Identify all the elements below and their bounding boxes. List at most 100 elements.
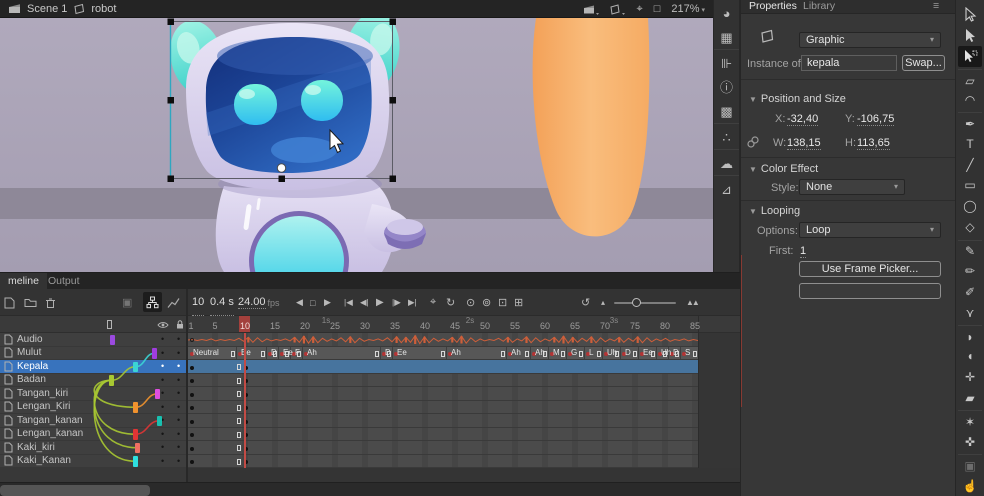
end-frame-rect[interactable] [237, 391, 241, 397]
onion-skin-outline-icon[interactable]: ⊚ [482, 289, 491, 316]
playhead-line[interactable] [244, 333, 246, 468]
camera-tool[interactable]: ▣ [958, 454, 982, 475]
selection-tool[interactable] [958, 4, 982, 25]
layer-row-Kaki_kiri[interactable]: Kaki_kiri•• [0, 441, 186, 455]
info-panel-icon[interactable]: ⓘ [714, 76, 739, 100]
layer-visibility-dot[interactable]: • [161, 334, 164, 344]
end-frame-rect[interactable] [237, 418, 241, 424]
edit-symbols-icon[interactable] [610, 4, 625, 15]
parenting-chip-Kaki_kiri[interactable] [135, 443, 140, 454]
layer-visibility-dot[interactable]: • [161, 456, 164, 466]
polystar-tool[interactable]: ◇ [958, 217, 982, 238]
frames-row-Kepala[interactable] [188, 360, 698, 374]
layer-row-Audio[interactable]: Audio•• [0, 333, 186, 347]
delete-layer-button[interactable] [45, 289, 56, 316]
use-frame-picker-button[interactable]: Use Frame Picker... [799, 261, 941, 277]
play-button[interactable]: ▶ [376, 289, 384, 316]
edit-scene-icon[interactable] [584, 4, 599, 15]
link-dimensions-icon[interactable] [746, 135, 760, 149]
gradient-transform-tool[interactable]: ▱ [958, 69, 982, 90]
layer-visibility-dot[interactable]: • [161, 361, 164, 371]
center-frame-icon[interactable]: ⌖ [636, 0, 642, 18]
swatches-panel-icon[interactable]: ▦ [714, 26, 739, 50]
color-panel-icon[interactable]: ◕ [714, 2, 739, 26]
eye-icon[interactable] [157, 321, 169, 329]
transform-panel-icon[interactable]: ▩ [714, 100, 739, 124]
tab-properties[interactable]: Properties [749, 0, 797, 12]
motion-editor-panel-icon[interactable]: ⊿ [714, 178, 739, 202]
end-frame-rect[interactable] [237, 364, 241, 370]
center-playhead-icon[interactable]: ⌖ [430, 289, 436, 316]
frames-row-Kaki_Kanan[interactable] [188, 455, 698, 469]
layer-lock-dot[interactable]: • [177, 442, 180, 452]
parenting-chip-Lengan_Kiri[interactable] [133, 402, 138, 413]
edit-multiple-frames-icon[interactable]: ⊡ [498, 289, 507, 316]
frame-rate-value[interactable]: 24.00 [238, 296, 266, 309]
timeline-scrollbar-thumb[interactable] [0, 485, 150, 496]
layer-lock-dot[interactable]: • [177, 375, 180, 385]
parenting-chip-Kaki_Kanan[interactable] [133, 456, 138, 467]
parenting-chip-Tangan_kiri[interactable] [155, 389, 160, 400]
timeline-ruler[interactable]: 1s2s3s1510152025303540455055606570758085 [188, 316, 740, 333]
modify-markers-icon[interactable]: ⊞ [514, 289, 523, 316]
layer-visibility-dot[interactable]: • [161, 348, 164, 358]
frames-row-Lengan_Kiri[interactable] [188, 401, 698, 415]
layer-lock-dot[interactable]: • [177, 429, 180, 439]
first-frame-button[interactable]: |◀ [344, 289, 353, 316]
layer-row-Mulut[interactable]: Mulut•• [0, 347, 186, 361]
ink-bottle-tool[interactable]: ◖ [958, 346, 982, 367]
w-value[interactable]: 138,15 [787, 137, 821, 150]
end-frame-rect[interactable] [231, 351, 235, 357]
end-frame-rect[interactable] [597, 351, 601, 357]
layer-lock-dot[interactable]: • [177, 388, 180, 398]
zoom-level-select[interactable]: 217%▾ [671, 3, 705, 15]
end-frame-rect[interactable] [237, 459, 241, 465]
layer-row-Kepala[interactable]: Kepala•• [0, 360, 186, 374]
paint-brush-tool[interactable]: ✐ [958, 281, 982, 302]
position-size-header[interactable]: ▼Position and Size [749, 93, 846, 105]
symbol-type-dropdown[interactable]: Graphic▾ [799, 32, 941, 48]
frames-row-Badan[interactable] [188, 374, 698, 388]
style-dropdown[interactable]: None▾ [799, 179, 905, 195]
tab-output[interactable]: Output [40, 273, 88, 289]
hand-tool[interactable]: ☝ [958, 475, 982, 496]
keyframe-dot[interactable] [190, 379, 194, 383]
stage-canvas[interactable] [0, 18, 713, 272]
instance-name-field[interactable]: kepala [801, 55, 897, 71]
subselection-tool[interactable] [958, 25, 982, 46]
lock-icon[interactable] [175, 319, 185, 330]
line-tool[interactable]: ╱ [958, 154, 982, 175]
reset-timeline-zoom-icon[interactable]: ↺ [581, 289, 590, 316]
keyframe-dot[interactable] [190, 406, 194, 410]
next-frame-button[interactable]: |▶ [392, 289, 401, 316]
y-value[interactable]: -106,75 [857, 113, 894, 126]
keyframe-dot[interactable] [190, 460, 194, 464]
pencil-tool[interactable]: ✎ [958, 240, 982, 261]
previous-frame-button[interactable]: ◀| [360, 289, 369, 316]
layer-lock-dot[interactable]: • [177, 402, 180, 412]
parenting-chip-Badan[interactable] [109, 375, 114, 386]
cc-libraries-panel-icon[interactable]: ☁ [714, 152, 739, 176]
lasso-tool[interactable]: ◠ [958, 89, 982, 110]
layer-lock-dot[interactable]: • [177, 415, 180, 425]
layer-visibility-dot[interactable]: • [161, 388, 164, 398]
breadcrumb-scene[interactable]: Scene 1 [27, 3, 67, 15]
layer-parenting-toggle-icon[interactable] [143, 292, 162, 312]
end-frame-rect[interactable] [441, 351, 445, 357]
layer-row-Lengan_kanan[interactable]: Lengan_kanan•• [0, 428, 186, 442]
asset-warp-tool[interactable]: ✶ [958, 410, 982, 431]
oval-tool[interactable]: ◯ [958, 196, 982, 217]
frames-row-Audio[interactable] [188, 333, 698, 347]
free-transform-tool[interactable] [958, 46, 982, 67]
end-frame-rect[interactable] [237, 405, 241, 411]
keyframe-dot[interactable] [190, 447, 194, 451]
keyframe-hollow[interactable] [190, 338, 194, 342]
end-frame-rect[interactable] [693, 351, 697, 357]
end-frame-rect[interactable] [237, 432, 241, 438]
parenting-chip-Tangan_kanan[interactable] [157, 416, 162, 427]
show-tween-graph-icon[interactable] [167, 289, 180, 316]
x-value[interactable]: -32,40 [787, 113, 818, 126]
layer-visibility-dot[interactable]: • [161, 375, 164, 385]
parenting-chip-Audio[interactable] [110, 335, 115, 346]
layer-visibility-dot[interactable]: • [161, 442, 164, 452]
